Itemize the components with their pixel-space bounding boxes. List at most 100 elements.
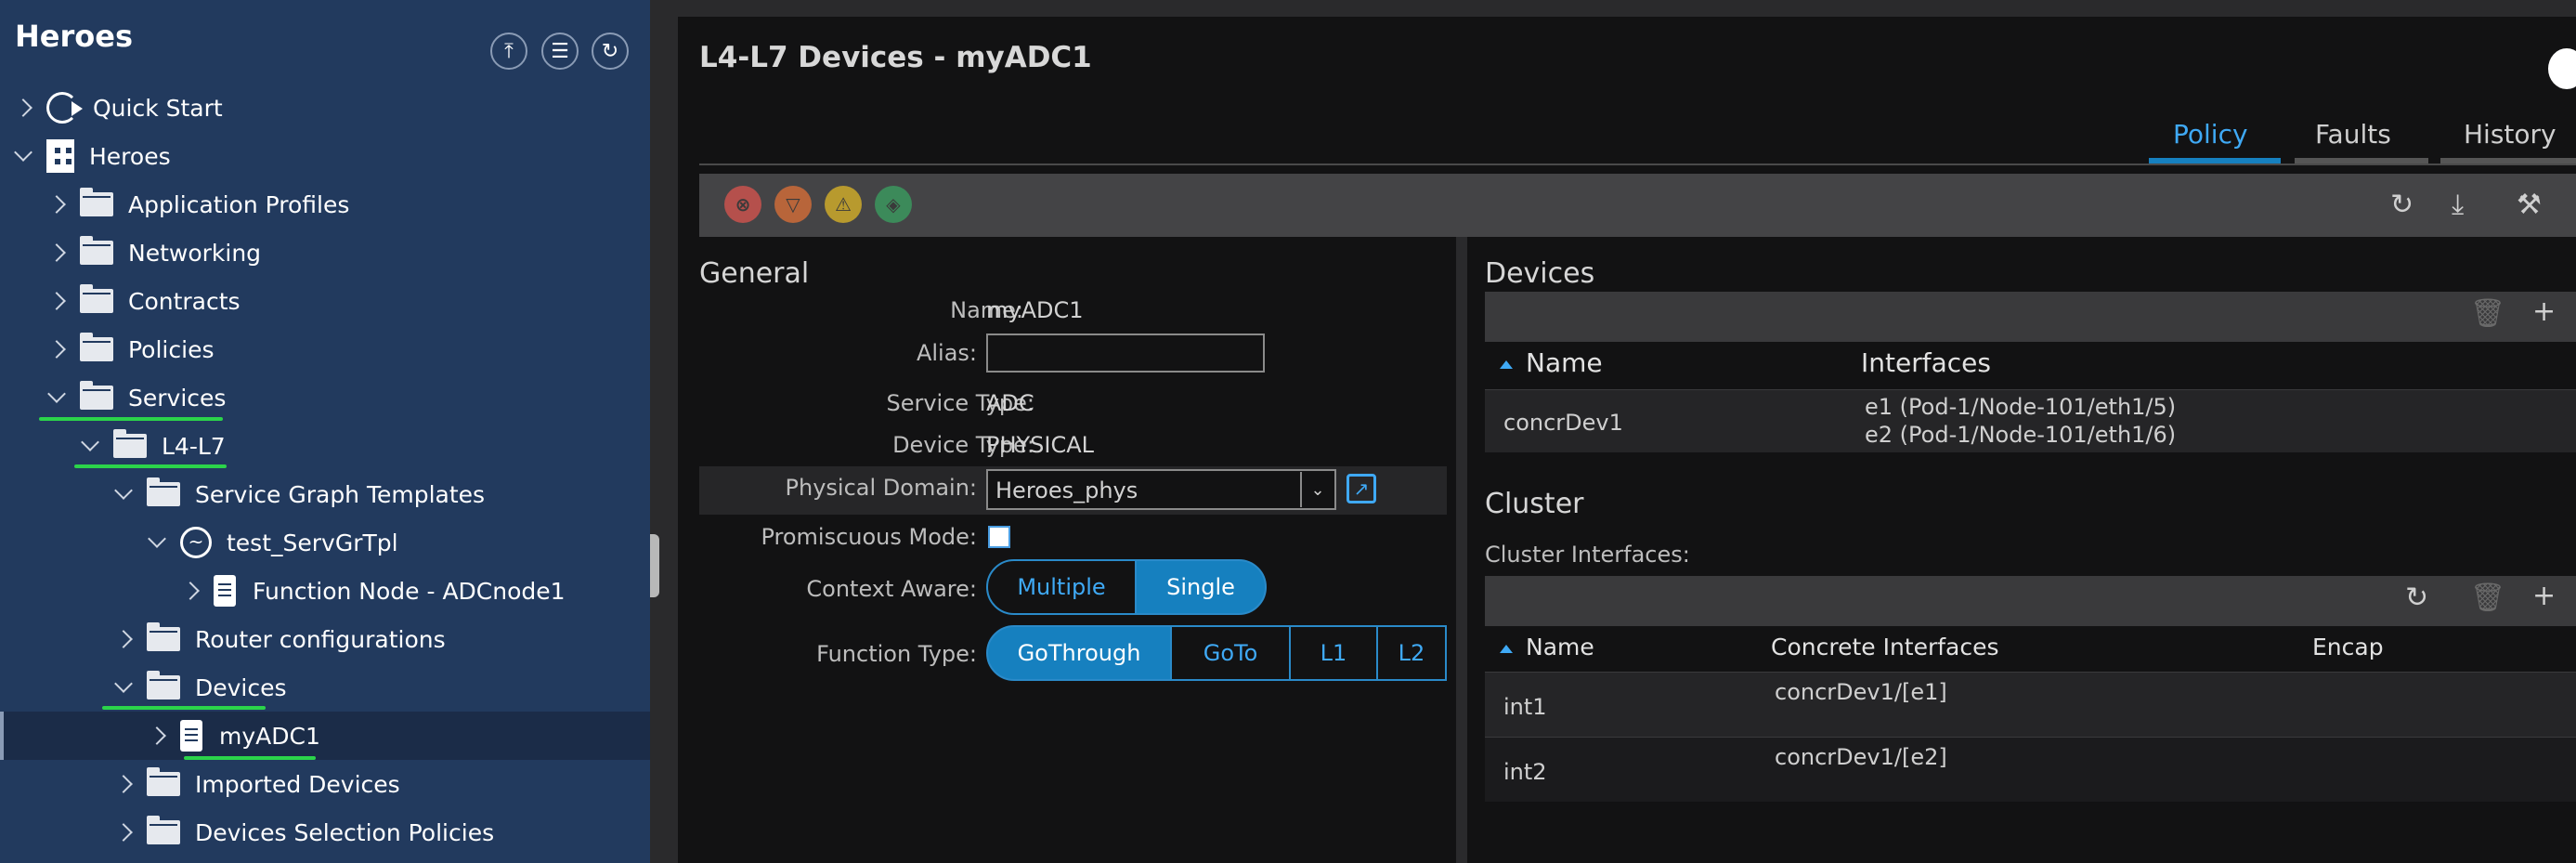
folder-icon [80, 236, 113, 265]
service-type-value: ADC [986, 390, 1034, 416]
tree-item-label: Services [128, 384, 227, 412]
trash-icon[interactable]: 🗑 [2470, 297, 2505, 330]
chevron-right-icon[interactable] [148, 726, 166, 745]
list-filter-icon[interactable]: ☰ [541, 33, 579, 70]
folder-icon [80, 188, 113, 216]
tree-item-function-node[interactable]: Function Node - ADCnode1 [0, 567, 650, 615]
tree-item-label: Heroes [89, 142, 171, 170]
open-external-icon[interactable]: ↗ [1347, 474, 1376, 503]
function-type-l1[interactable]: L1 [1289, 625, 1378, 681]
cluster-col-concrete[interactable]: Concrete Interfaces [1771, 634, 1999, 660]
promiscuous-mode-label: Promiscuous Mode: [761, 524, 977, 550]
tools-icon[interactable]: ⚒ [2517, 189, 2542, 221]
chevron-down-icon[interactable] [47, 385, 66, 403]
folder-icon [113, 429, 147, 458]
chevron-down-icon[interactable] [114, 481, 133, 500]
tree-item-contracts[interactable]: Contracts [0, 277, 650, 325]
folder-icon [80, 284, 113, 313]
cluster-col-name[interactable]: Name [1500, 634, 1594, 660]
chevron-down-icon[interactable] [14, 143, 33, 162]
minor-fault-icon[interactable]: ⚠ [825, 186, 862, 223]
refresh-icon[interactable]: ↻ [2390, 189, 2413, 221]
column-label: Name [1526, 347, 1603, 378]
tree-item-myadc1[interactable]: myADC1 [0, 712, 650, 760]
chevron-down-icon[interactable] [148, 530, 166, 548]
tab-policy[interactable]: Policy [2173, 119, 2248, 150]
chevron-down-icon[interactable] [114, 674, 133, 693]
device-name-cell: concrDev1 [1503, 410, 1623, 436]
tab-faults[interactable]: Faults [2315, 119, 2391, 150]
chevron-right-icon[interactable] [47, 292, 66, 310]
chevron-right-icon[interactable] [114, 823, 133, 842]
tree-item-service-graph-templates[interactable]: Service Graph Templates [0, 470, 650, 518]
tree-item-heroes[interactable]: Heroes [0, 132, 650, 180]
function-type-l2[interactable]: L2 [1376, 625, 1447, 681]
chevron-right-icon[interactable] [181, 582, 200, 600]
tree-item-policies[interactable]: Policies [0, 325, 650, 373]
warning-fault-icon[interactable]: ◈ [875, 186, 912, 223]
document-icon [180, 720, 202, 752]
cluster-concrete-cell: concrDev1/[e1] [1775, 679, 1947, 705]
physical-domain-select[interactable]: Heroes_phys [986, 469, 1336, 510]
column-label: Name [1526, 634, 1594, 660]
add-icon[interactable]: + [2532, 580, 2556, 612]
panel-separator [1456, 237, 1467, 863]
context-aware-label: Context Aware: [806, 576, 977, 602]
promiscuous-mode-checkbox[interactable] [988, 526, 1010, 548]
service-graph-icon: ~ [180, 527, 212, 558]
major-fault-icon[interactable]: ▽ [774, 186, 812, 223]
tree-item-networking[interactable]: Networking [0, 229, 650, 277]
chevron-right-icon[interactable] [47, 243, 66, 262]
refresh-icon[interactable]: ↻ [2405, 582, 2428, 614]
function-type-goto[interactable]: GoTo [1170, 625, 1291, 681]
tree-item-l4-l7[interactable]: L4-L7 [0, 422, 650, 470]
table-row[interactable] [1485, 737, 2576, 802]
cluster-name-cell: int2 [1503, 759, 1547, 785]
tree-item-devices-selection-policies[interactable]: Devices Selection Policies [0, 808, 650, 856]
folder-icon [147, 477, 180, 506]
tree-item-label: L4-L7 [162, 432, 226, 460]
chevron-down-icon[interactable] [81, 433, 99, 451]
context-aware-multiple[interactable]: Multiple [986, 559, 1137, 615]
tree-item-test-servgrtpl[interactable]: ~ test_ServGrTpl [0, 518, 650, 567]
chevron-down-icon[interactable]: ⌄ [1300, 472, 1334, 507]
cluster-concrete-cell: concrDev1/[e2] [1775, 744, 1947, 770]
device-interface-cell: e1 (Pod-1/Node-101/eth1/5) [1865, 394, 2177, 420]
tree-item-imported-devices[interactable]: Imported Devices [0, 760, 650, 808]
tree-item-services[interactable]: Services [0, 373, 650, 422]
tree-item-quick-start[interactable]: Quick Start [0, 84, 650, 132]
highlight-underline [74, 464, 227, 468]
tree-item-label: myADC1 [219, 722, 320, 750]
critical-fault-icon[interactable]: ⊗ [724, 186, 761, 223]
folder-icon [147, 767, 180, 796]
tab-underline-track [699, 163, 2576, 165]
folder-icon [80, 333, 113, 361]
tenant-building-icon [46, 139, 74, 173]
collapse-tree-icon[interactable]: ⤒ [490, 33, 527, 70]
devices-col-interfaces[interactable]: Interfaces [1861, 347, 1991, 378]
add-icon[interactable]: + [2532, 295, 2556, 328]
chevron-right-icon[interactable] [114, 630, 133, 648]
chevron-right-icon[interactable] [47, 195, 66, 214]
chevron-right-icon[interactable] [14, 98, 33, 117]
cluster-name-cell: int1 [1503, 694, 1547, 720]
alias-input[interactable] [986, 333, 1265, 373]
download-icon[interactable]: ⤓ [2452, 189, 2464, 221]
devices-toolbar [1485, 292, 2576, 342]
context-aware-single[interactable]: Single [1135, 559, 1267, 615]
tree-item-application-profiles[interactable]: Application Profiles [0, 180, 650, 229]
chevron-right-icon[interactable] [114, 775, 133, 793]
cluster-col-encap[interactable]: Encap [2312, 634, 2384, 660]
tree-item-devices[interactable]: Devices [0, 663, 650, 712]
function-type-gothrough[interactable]: GoThrough [986, 625, 1172, 681]
tree-item-router-configurations[interactable]: Router configurations [0, 615, 650, 663]
pane-divider[interactable] [650, 0, 661, 863]
chevron-right-icon[interactable] [47, 340, 66, 359]
refresh-icon[interactable]: ↻ [592, 33, 629, 70]
pane-resize-handle[interactable] [650, 534, 659, 597]
quick-start-icon [46, 92, 83, 124]
tab-history[interactable]: History [2464, 119, 2556, 150]
table-row[interactable] [1485, 672, 2576, 737]
trash-icon[interactable]: 🗑 [2470, 582, 2505, 614]
devices-col-name[interactable]: Name [1500, 347, 1603, 378]
